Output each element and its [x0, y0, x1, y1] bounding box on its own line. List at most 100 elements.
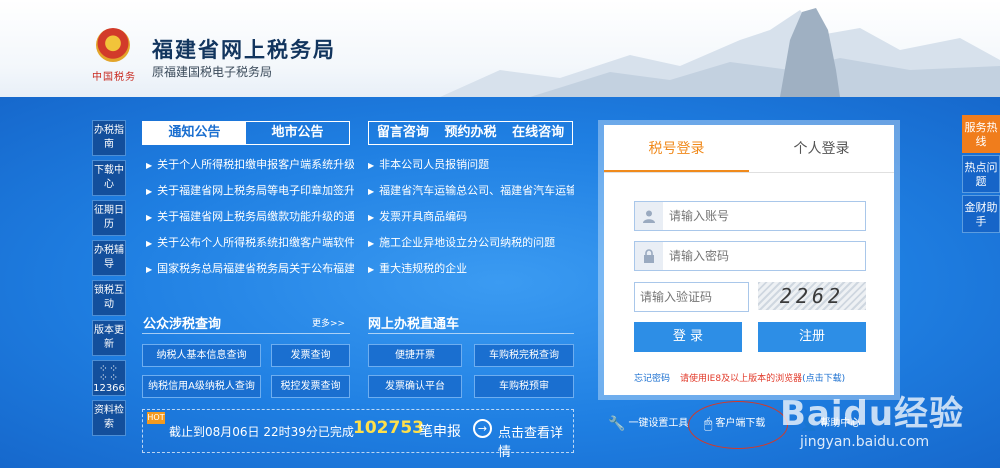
- side-nav: 办税指南 下载中心 征期日历 办税辅导 锁税互动 版本更新 ⁘⁘ ⁘⁘ 12366…: [92, 120, 126, 440]
- taxpayer-info-query-button[interactable]: 纳税人基本信息查询: [142, 344, 261, 367]
- tax-control-invoice-query-button[interactable]: 税控发票查询: [271, 375, 350, 398]
- browser-download-link[interactable]: (点击下载): [802, 374, 845, 384]
- site-title: 福建省网上税务局: [152, 38, 336, 62]
- login-button[interactable]: 登 录: [634, 322, 742, 352]
- list-item[interactable]: ▶ 非本公司人员报销问题: [368, 152, 574, 178]
- stats-prefix: 截止到08月06日 22时39分已完成: [169, 425, 354, 439]
- divider: [368, 333, 574, 334]
- password-input[interactable]: [669, 247, 859, 265]
- forgot-password-link[interactable]: 忘记密码: [634, 371, 670, 384]
- quick-invoice-button[interactable]: 便捷开票: [368, 344, 462, 367]
- triangle-icon: ▶: [368, 187, 375, 196]
- nav-item-calendar[interactable]: 征期日历: [92, 200, 126, 236]
- person-icon: 👤: [800, 416, 818, 432]
- nav-item-12366[interactable]: ⁘⁘ ⁘⁘ 12366: [92, 360, 126, 396]
- jincai-assistant[interactable]: 金财助手: [962, 195, 1000, 233]
- triangle-icon: ▶: [146, 239, 153, 248]
- stats-count: 102753: [353, 418, 424, 438]
- help-center-label: 帮助中心: [820, 418, 861, 429]
- list-item[interactable]: ▶ 关于公布个人所得税系统扣缴客户端软件: [146, 230, 354, 256]
- hot-badge: HOT: [147, 412, 165, 424]
- nav-item-search[interactable]: 资料检索: [92, 400, 126, 436]
- tab-personal-login[interactable]: 个人登录: [749, 125, 894, 172]
- nav-item-interaction[interactable]: 锁税互动: [92, 280, 126, 316]
- list-item[interactable]: ▶ 关于福建省网上税务局缴款功能升级的通: [146, 204, 354, 230]
- browser-tip: 请使用IE8及以上版本的浏览器(点击下载): [680, 371, 845, 384]
- invoice-confirm-button[interactable]: 发票确认平台: [368, 375, 462, 398]
- password-field[interactable]: [634, 241, 866, 271]
- tab-notices[interactable]: 通知公告: [143, 122, 246, 144]
- list-item[interactable]: ▶ 福建省汽车运输总公司、福建省汽车运输: [368, 178, 574, 204]
- list-item[interactable]: ▶ 关于福建省网上税务局等电子印章加签升: [146, 178, 354, 204]
- user-icon: [635, 202, 663, 230]
- service-hotline[interactable]: 服务热线: [962, 115, 1000, 153]
- triangle-icon: ▶: [368, 265, 375, 274]
- notice-text: 关于个人所得税扣缴申报客户端系统升级: [157, 158, 354, 171]
- right-float-bar: 服务热线 热点问题 金财助手: [962, 115, 1000, 235]
- lock-icon: [635, 242, 663, 270]
- account-input[interactable]: [669, 207, 859, 225]
- wrench-icon: 🔧: [608, 416, 626, 432]
- list-item[interactable]: ▶ 国家税务总局福建省税务局关于公布福建: [146, 256, 354, 282]
- stats-banner: HOT 截止到08月06日 22时39分已完成 102753 笔申报 → 点击查…: [142, 409, 574, 460]
- tab-tax-id-login[interactable]: 税号登录: [604, 125, 749, 172]
- setup-tool-link[interactable]: 🔧 一键设置工具: [608, 414, 688, 432]
- more-link[interactable]: 更多>>: [312, 316, 345, 329]
- triangle-icon: ▶: [368, 161, 375, 170]
- site-header: 中国税务 福建省网上税务局 原福建国税电子税务局: [0, 0, 1000, 97]
- express-title: 网上办税直通车: [368, 317, 460, 332]
- consult-text: 发票开具商品编码: [379, 210, 468, 223]
- consult-text: 重大违规税的企业: [379, 262, 468, 275]
- setup-tool-label: 一键设置工具: [628, 418, 689, 429]
- tab-message[interactable]: 留言咨询: [369, 122, 437, 144]
- list-item[interactable]: ▶ 关于个人所得税扣缴申报客户端系统升级: [146, 152, 354, 178]
- stats-suffix: 笔申报: [419, 424, 461, 440]
- notice-text: 国家税务总局福建省税务局关于公布福建: [157, 262, 354, 275]
- arrow-circle-icon[interactable]: →: [473, 419, 492, 438]
- notice-text: 关于福建省网上税务局等电子印章加签升: [157, 184, 354, 197]
- nav-item-download[interactable]: 下载中心: [92, 160, 126, 196]
- list-item[interactable]: ▶ 发票开具商品编码: [368, 204, 574, 230]
- triangle-icon: ▶: [368, 239, 375, 248]
- triangle-icon: ▶: [146, 213, 153, 222]
- account-field[interactable]: [634, 201, 866, 231]
- consult-tabs: 留言咨询 预约办税 在线咨询: [368, 121, 573, 145]
- triangle-icon: ▶: [146, 187, 153, 196]
- browser-tip-text: 请使用IE8及以上版本的浏览器: [680, 374, 803, 384]
- tab-online[interactable]: 在线咨询: [504, 122, 572, 144]
- nav-item-version[interactable]: 版本更新: [92, 320, 126, 356]
- notice-tabs: 通知公告 地市公告: [142, 121, 350, 145]
- invoice-query-button[interactable]: 发票查询: [271, 344, 350, 367]
- captcha-image[interactable]: 2262: [758, 282, 866, 310]
- list-item[interactable]: ▶ 重大违规税的企业: [368, 256, 574, 282]
- credit-a-query-button[interactable]: 纳税信用A级纳税人查询: [142, 375, 261, 398]
- list-item[interactable]: ▶ 施工企业异地设立分公司纳税的问题: [368, 230, 574, 256]
- emblem-text: 中国税务: [92, 72, 136, 83]
- vehicle-tax-precheck-button[interactable]: 车购税预审: [474, 375, 574, 398]
- divider: [142, 333, 350, 334]
- login-panel: 税号登录 个人登录 2262 登 录 注册 忘记密码 请使用IE8及以上版本的浏…: [604, 125, 894, 395]
- nav-item-12366-label: 12366: [93, 383, 125, 394]
- notice-text: 关于公布个人所得税系统扣缴客户端软件: [157, 236, 354, 249]
- view-detail-link[interactable]: 点击查看详情: [498, 422, 573, 460]
- triangle-icon: ▶: [368, 213, 375, 222]
- captcha-field[interactable]: [634, 282, 749, 312]
- triangle-icon: ▶: [146, 265, 153, 274]
- site-subtitle: 原福建国税电子税务局: [152, 65, 273, 79]
- triangle-icon: ▶: [146, 161, 153, 170]
- consult-text: 非本公司人员报销问题: [379, 158, 490, 171]
- hot-questions[interactable]: 热点问题: [962, 155, 1000, 193]
- captcha-input[interactable]: [640, 288, 740, 306]
- notice-text: 关于福建省网上税务局缴款功能升级的通: [157, 210, 354, 223]
- notice-list: ▶ 关于个人所得税扣缴申报客户端系统升级 ▶ 关于福建省网上税务局等电子印章加签升 …: [146, 152, 354, 282]
- help-center-link[interactable]: 👤 帮助中心: [800, 414, 860, 432]
- consult-list: ▶ 非本公司人员报销问题 ▶ 福建省汽车运输总公司、福建省汽车运输 ▶ 发票开具商品编…: [368, 152, 574, 282]
- tab-city-notices[interactable]: 地市公告: [246, 122, 349, 144]
- highlight-oval: [688, 401, 788, 449]
- register-button[interactable]: 注册: [758, 322, 866, 352]
- nav-item-tutoring[interactable]: 办税辅导: [92, 240, 126, 276]
- vehicle-tax-query-button[interactable]: 车购税完税查询: [474, 344, 574, 367]
- consult-text: 福建省汽车运输总公司、福建省汽车运输: [379, 184, 574, 197]
- nav-item-guide[interactable]: 办税指南: [92, 120, 126, 156]
- tab-appointment[interactable]: 预约办税: [437, 122, 505, 144]
